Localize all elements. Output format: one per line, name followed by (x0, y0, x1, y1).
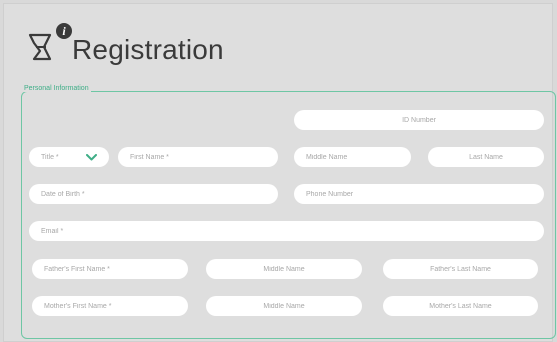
phone-number-input[interactable] (294, 184, 544, 204)
middle-name-input[interactable] (294, 147, 411, 167)
page-title: Registration (72, 34, 224, 65)
section-legend: Personal Information (22, 85, 91, 92)
mother-first-name-input[interactable] (32, 296, 188, 316)
mother-middle-name-input[interactable] (206, 296, 362, 316)
id-number-input[interactable] (294, 110, 544, 130)
title-select-value: Title * (41, 153, 59, 161)
date-of-birth-input[interactable] (29, 184, 278, 204)
first-name-input[interactable] (118, 147, 278, 167)
father-middle-name-input[interactable] (206, 259, 362, 279)
registration-logo-icon: i (28, 23, 72, 61)
father-last-name-input[interactable] (383, 259, 538, 279)
title-select[interactable]: Title * (29, 147, 109, 167)
last-name-input[interactable] (428, 147, 544, 167)
registration-page: i Registration Personal Information Titl… (3, 3, 556, 342)
father-first-name-input[interactable] (32, 259, 188, 279)
chevron-down-icon (86, 153, 97, 160)
email-input[interactable] (29, 221, 544, 241)
mother-last-name-input[interactable] (383, 296, 538, 316)
